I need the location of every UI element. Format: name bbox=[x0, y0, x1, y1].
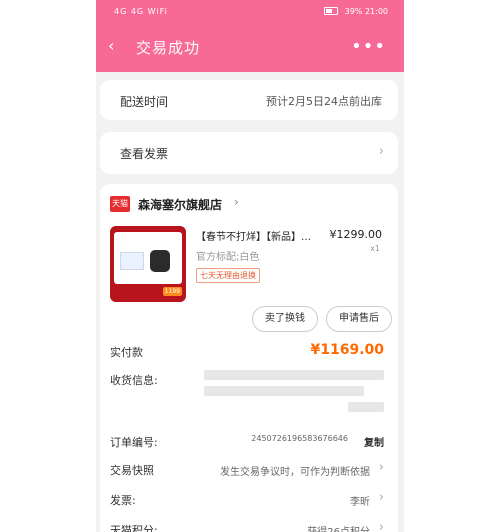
product-thumbnail[interactable]: 1199 bbox=[110, 226, 186, 302]
chevron-right-icon: › bbox=[378, 144, 384, 159]
header: 4G 4G WiFi 39% 21:00 ‹ 交易成功 ••• bbox=[96, 0, 404, 72]
chevron-right-icon: › bbox=[234, 195, 239, 209]
copy-button[interactable]: 复制 bbox=[364, 434, 384, 449]
clock: 21:00 bbox=[364, 7, 388, 16]
paid-label: 实付款 bbox=[110, 346, 143, 359]
chevron-right-icon: › bbox=[378, 520, 384, 532]
paid-amount: ¥1169.00 bbox=[310, 342, 384, 358]
signal-indicators: 4G 4G WiFi bbox=[114, 7, 168, 16]
status-right: 39% 21:00 bbox=[324, 7, 388, 16]
view-invoice-card[interactable]: 查看发票 › bbox=[100, 132, 398, 174]
status-bar: 4G 4G WiFi 39% 21:00 bbox=[96, 0, 404, 24]
return-policy-badge: 七天无理由退换 bbox=[196, 268, 260, 283]
order-number-value: 2450726196583676646 bbox=[251, 434, 348, 443]
nav-bar: ‹ 交易成功 ••• bbox=[96, 30, 404, 64]
order-number-label: 订单编号: bbox=[110, 436, 158, 449]
product-name[interactable]: 【春节不打烊】【新品】… bbox=[196, 228, 311, 243]
view-invoice-label: 查看发票 bbox=[120, 147, 169, 161]
chevron-right-icon: › bbox=[378, 460, 384, 475]
address-redacted-1 bbox=[204, 370, 384, 380]
more-icon[interactable]: ••• bbox=[351, 36, 386, 57]
points-value[interactable]: 获得26点积分 bbox=[307, 523, 370, 532]
points-label: 天猫积分: bbox=[110, 524, 158, 532]
product-price: ¥1299.00 bbox=[329, 228, 383, 241]
order-card: 天猫 森海塞尔旗舰店 › 1199 【春节不打烊】【新品】… ¥1299.00 … bbox=[100, 184, 398, 532]
product-box-image bbox=[120, 252, 144, 270]
battery-percent: 39% bbox=[344, 7, 363, 16]
thumbnail-price-tag: 1199 bbox=[162, 287, 182, 296]
tmall-logo: 天猫 bbox=[110, 196, 130, 212]
phone-screen: 4G 4G WiFi 39% 21:00 ‹ 交易成功 ••• 配送时间 预计2… bbox=[96, 0, 404, 532]
product-quantity: x1 bbox=[370, 244, 380, 253]
shop-name[interactable]: 森海塞尔旗舰店 bbox=[138, 196, 222, 213]
earbuds-image bbox=[150, 250, 170, 272]
product-spec: 官方标配;白色 bbox=[196, 252, 260, 263]
address-redacted-2 bbox=[204, 386, 364, 396]
delivery-value: 预计2月5日24点前出库 bbox=[266, 95, 382, 108]
address-redacted-3 bbox=[348, 402, 384, 412]
address-label: 收货信息: bbox=[110, 374, 158, 387]
page-title: 交易成功 bbox=[136, 39, 201, 57]
back-icon[interactable]: ‹ bbox=[108, 36, 114, 55]
invoice-value[interactable]: 李昕 bbox=[350, 493, 370, 508]
snapshot-label: 交易快照 bbox=[110, 464, 154, 477]
chevron-right-icon: › bbox=[378, 490, 384, 505]
after-sale-button[interactable]: 申请售后 bbox=[326, 306, 392, 332]
battery-icon bbox=[324, 7, 339, 15]
delivery-card: 配送时间 预计2月5日24点前出库 bbox=[100, 80, 398, 120]
snapshot-value[interactable]: 发生交易争议时，可作为判断依据 bbox=[220, 463, 370, 478]
delivery-label: 配送时间 bbox=[120, 95, 169, 109]
sell-button[interactable]: 卖了换钱 bbox=[252, 306, 318, 332]
invoice-label: 发票: bbox=[110, 494, 136, 507]
